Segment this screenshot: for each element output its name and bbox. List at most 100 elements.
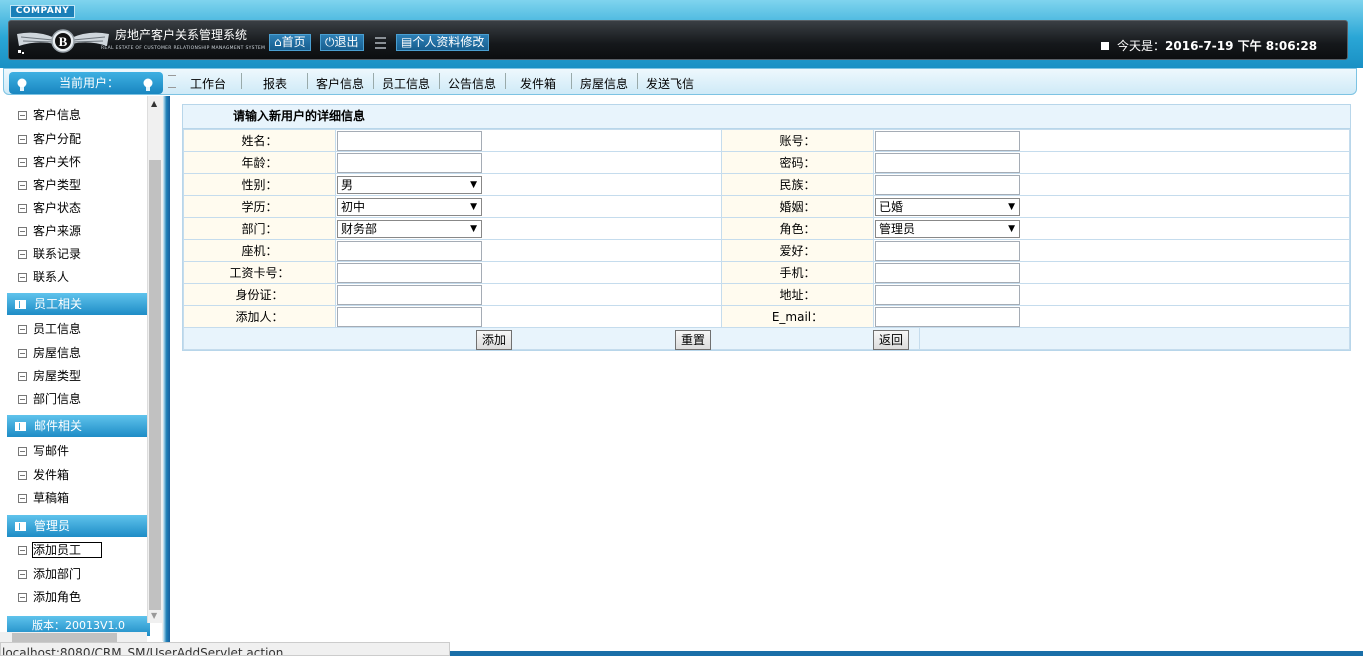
scroll-up-icon[interactable]: ▲ (151, 99, 157, 108)
profile-edit-button[interactable]: ▤个人资料修改 (396, 34, 490, 51)
hobby-input[interactable] (875, 240, 1020, 261)
sidebar-item-customer-assign[interactable]: 客户分配 (18, 129, 81, 149)
sidebar-item-add-department[interactable]: 添加部门 (18, 564, 81, 584)
account-input[interactable] (875, 130, 1020, 151)
form-table: 姓名： 账号： 年龄： 密码： 性别： 男 民族： (183, 129, 1350, 350)
gender-label: 性别： (183, 173, 336, 196)
salary-card-input[interactable] (337, 262, 482, 283)
form-title: 请输入新用户的详细信息 (183, 105, 1350, 129)
mobile-input[interactable] (875, 262, 1020, 283)
sidebar-item-contact-records[interactable]: 联系记录 (18, 244, 81, 264)
password-input[interactable] (875, 152, 1020, 173)
sidebar-item-write-mail[interactable]: 写邮件 (18, 441, 69, 461)
name-label: 姓名： (183, 129, 336, 152)
nav-customer-info[interactable]: 客户信息 (316, 75, 364, 92)
menu-divider-icon (375, 37, 386, 49)
added-by-cell (335, 305, 722, 328)
list-icon (18, 570, 27, 579)
add-button[interactable]: 添加 (476, 330, 513, 350)
form-row: 座机： 爱好： (183, 239, 1350, 262)
marriage-select[interactable]: 已婚 (875, 197, 1020, 216)
sidebar-item-customer-type[interactable]: 客户类型 (18, 175, 81, 195)
form-row: 姓名： 账号： (183, 129, 1350, 152)
nav-reports[interactable]: 报表 (263, 75, 287, 92)
header-bar: B 房地产客户关系管理系统 REAL ESTATE OF CUSTOMER RE… (8, 20, 1348, 60)
scrollbar-thumb[interactable] (149, 160, 161, 610)
sidebar-item-customer-source[interactable]: 客户来源 (18, 221, 81, 241)
education-select[interactable]: 初中 (337, 197, 482, 216)
landline-input[interactable] (337, 240, 482, 261)
added-by-input[interactable] (337, 306, 482, 327)
sidebar-item-label: 员工信息 (33, 322, 82, 336)
list-icon (18, 227, 27, 236)
bulb-icon (143, 78, 153, 91)
nav-housing-info[interactable]: 房屋信息 (580, 75, 628, 92)
sidebar-section-admin[interactable]: 管理员 (7, 515, 150, 537)
sidebar-item-department-info[interactable]: 部门信息 (18, 389, 81, 409)
bulb-icon (17, 78, 27, 91)
system-title: 房地产客户关系管理系统 (115, 28, 248, 42)
sidebar-item-customer-care[interactable]: 客户关怀 (18, 152, 81, 172)
sidebar-item-contacts[interactable]: 联系人 (18, 267, 69, 287)
added-by-label: 添加人： (183, 305, 336, 328)
address-input[interactable] (875, 284, 1020, 305)
list-icon (18, 349, 27, 358)
nav-send-fetion[interactable]: 发送飞信 (646, 75, 694, 92)
landline-cell (335, 239, 722, 262)
scrollbar-thumb[interactable] (12, 633, 117, 642)
scroll-down-icon[interactable]: ▼ (151, 611, 157, 620)
form-row: 学历： 初中 婚姻： 已婚 (183, 195, 1350, 218)
reset-button[interactable]: 重置 (675, 330, 712, 350)
sidebar-item-label: 草稿箱 (33, 491, 70, 505)
department-select[interactable]: 财务部 (337, 219, 482, 238)
sidebar-item-customer-status[interactable]: 客户状态 (18, 198, 81, 218)
name-cell (335, 129, 722, 152)
nav-workbench[interactable]: 工作台 (190, 75, 226, 92)
home-icon: ⌂ (274, 35, 282, 49)
sidebar-item-label: 写邮件 (33, 444, 70, 458)
nav-outbox[interactable]: 发件箱 (520, 75, 556, 92)
salary-card-label: 工资卡号： (183, 261, 336, 284)
sidebar-vertical-scrollbar[interactable]: ▲ ▼ (147, 96, 162, 623)
section-icon (15, 522, 26, 531)
gender-cell: 男 (335, 173, 722, 196)
address-label: 地址： (721, 283, 874, 306)
age-input[interactable] (337, 152, 482, 173)
sidebar-item-label: 添加角色 (33, 590, 82, 604)
salary-card-cell (335, 261, 722, 284)
sidebar-item-housing-info[interactable]: 房屋信息 (18, 343, 81, 363)
ethnicity-input[interactable] (875, 174, 1020, 195)
sidebar-item-outbox[interactable]: 发件箱 (18, 465, 69, 485)
sidebar-item-add-employee[interactable]: 添加员工 (18, 540, 103, 560)
department-label: 部门： (183, 217, 336, 240)
profile-edit-label: 个人资料修改 (412, 35, 485, 49)
frame-splitter[interactable] (163, 96, 170, 651)
sidebar-section-mail[interactable]: 邮件相关 (7, 415, 150, 437)
name-input[interactable] (337, 130, 482, 151)
sidebar-item-customer-info[interactable]: 客户信息 (18, 105, 81, 125)
nav-announcements[interactable]: 公告信息 (448, 75, 496, 92)
id-card-input[interactable] (337, 284, 482, 305)
sidebar-item-housing-type[interactable]: 房屋类型 (18, 366, 81, 386)
sidebar-item-add-role[interactable]: 添加角色 (18, 587, 81, 607)
password-label: 密码： (721, 151, 874, 174)
exit-button[interactable]: ⏻退出 (320, 34, 364, 51)
sidebar-item-label: 客户状态 (33, 201, 82, 215)
nav-employee-info[interactable]: 员工信息 (382, 75, 430, 92)
sidebar-item-employee-info[interactable]: 员工信息 (18, 319, 81, 339)
sidebar-section-employee[interactable]: 员工相关 (7, 293, 150, 315)
email-input[interactable] (875, 306, 1020, 327)
today-value: 2016-7-19 下午 8:06:28 (1165, 39, 1318, 53)
form-row: 性别： 男 民族： (183, 173, 1350, 196)
section-icon (15, 422, 26, 431)
back-button[interactable]: 返回 (873, 330, 910, 350)
sidebar-item-drafts[interactable]: 草稿箱 (18, 488, 69, 508)
role-select[interactable]: 管理员 (875, 219, 1020, 238)
password-cell (873, 151, 1350, 174)
sidebar-item-label: 添加部门 (33, 567, 82, 581)
education-cell: 初中 (335, 195, 722, 218)
top-nav: 当前用户： 工作台 报表 客户信息 员工信息 公告信息 发件箱 房屋信息 发送飞… (0, 68, 1363, 96)
gender-select[interactable]: 男 (337, 175, 482, 194)
home-button[interactable]: ⌂首页 (269, 34, 311, 51)
form-button-row: 添加 重置 返回 (183, 327, 1350, 350)
